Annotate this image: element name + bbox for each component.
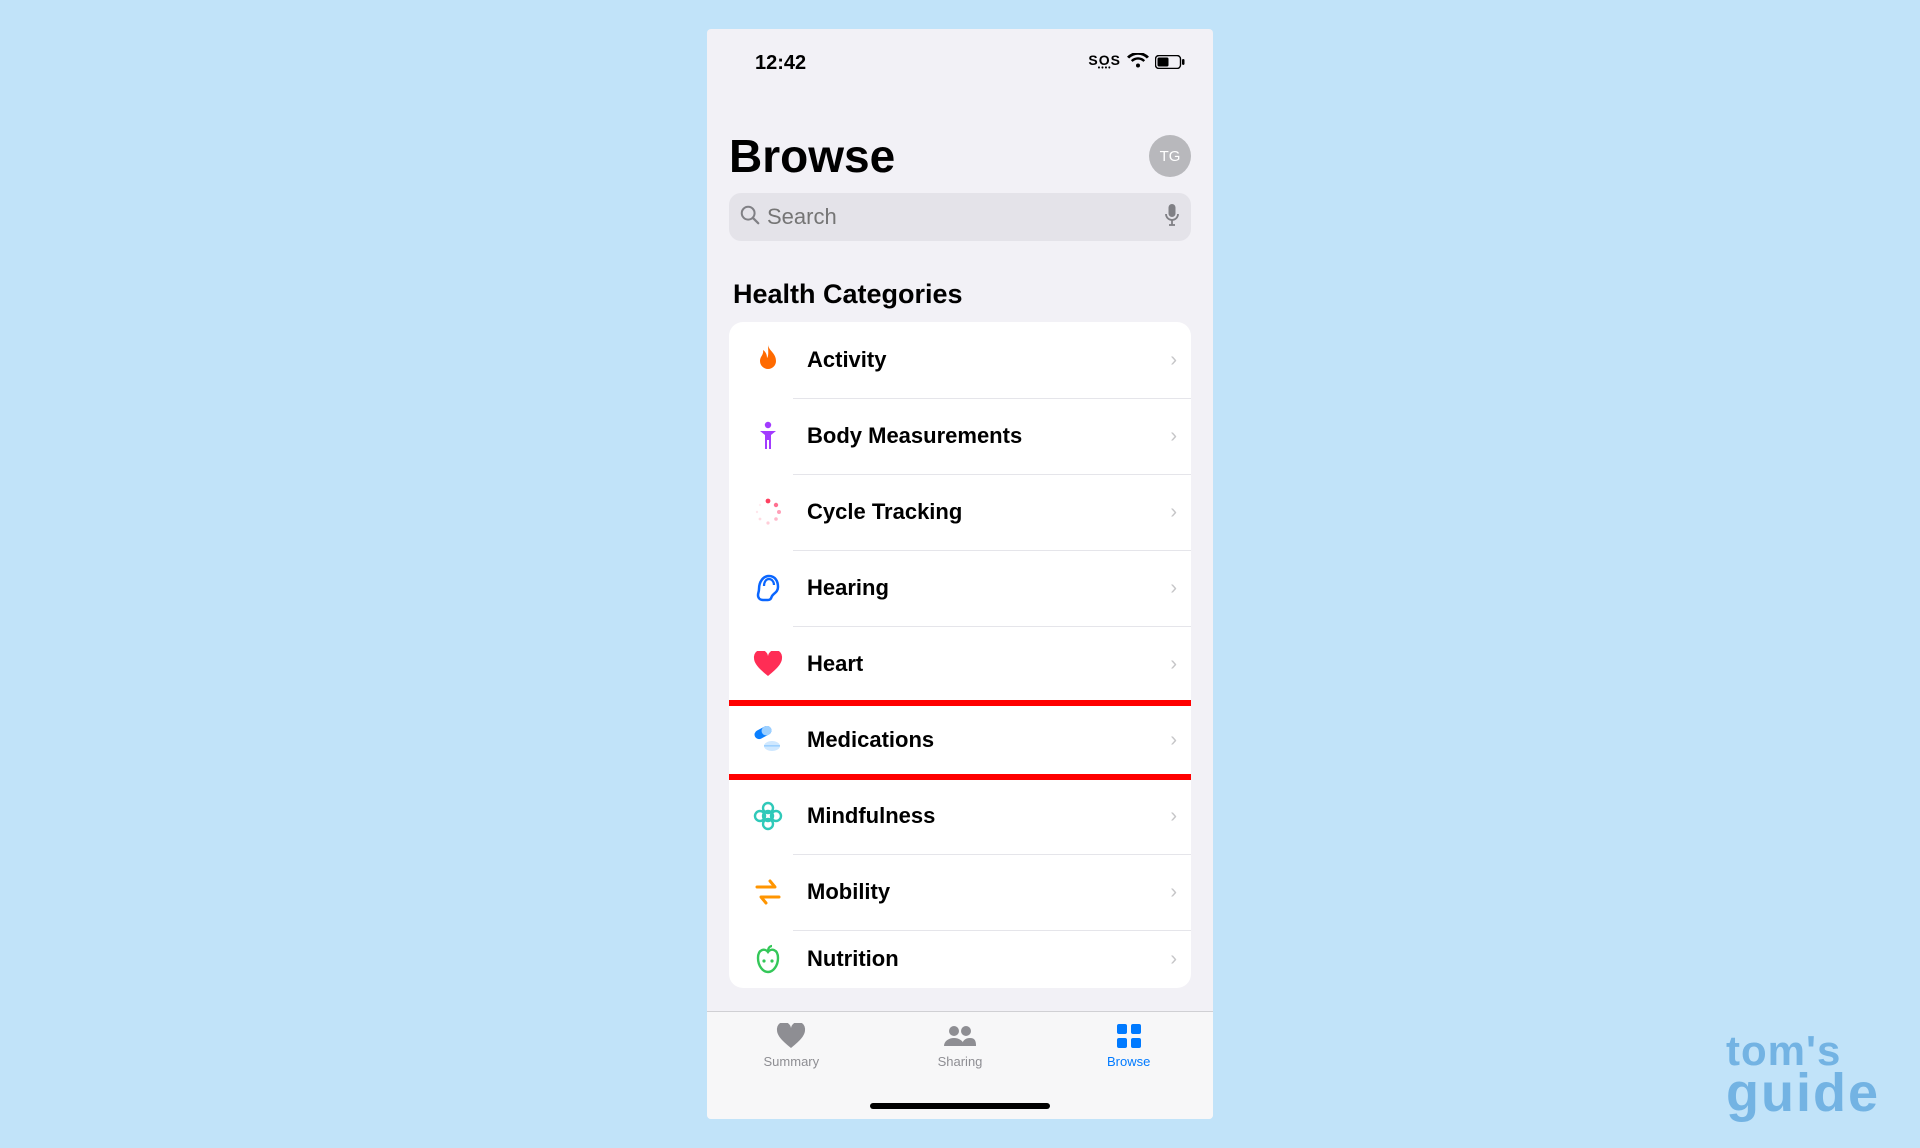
- tab-label: Summary: [764, 1054, 820, 1069]
- category-label: Activity: [791, 347, 1170, 373]
- search-icon: [739, 204, 761, 231]
- heart-fill-icon: [776, 1020, 806, 1052]
- category-label: Heart: [791, 651, 1170, 677]
- status-bar: 12:42 SOS ••••: [707, 29, 1213, 85]
- apple-icon: [745, 944, 791, 974]
- category-row-hearing[interactable]: Hearing ›: [729, 550, 1191, 626]
- chevron-right-icon: ›: [1170, 501, 1177, 524]
- category-label: Nutrition: [791, 946, 1170, 972]
- battery-icon: [1155, 52, 1185, 75]
- pills-icon: [745, 726, 791, 754]
- category-label: Body Measurements: [791, 423, 1170, 449]
- chevron-right-icon: ›: [1170, 805, 1177, 828]
- category-row-activity[interactable]: Activity ›: [729, 322, 1191, 398]
- search-container: [707, 193, 1213, 241]
- status-right: SOS ••••: [1088, 52, 1185, 75]
- tab-browse[interactable]: Browse: [1044, 1020, 1213, 1119]
- mindfulness-icon: [745, 801, 791, 831]
- page-header: Browse TG: [707, 85, 1213, 193]
- phone-screen: 12:42 SOS •••• Browse TG: [707, 29, 1213, 1119]
- heart-icon: [745, 651, 791, 677]
- category-label: Mindfulness: [791, 803, 1170, 829]
- category-row-mobility[interactable]: Mobility ›: [729, 854, 1191, 930]
- tab-summary[interactable]: Summary: [707, 1020, 876, 1119]
- category-row-cycle-tracking[interactable]: Cycle Tracking ›: [729, 474, 1191, 550]
- chevron-right-icon: ›: [1170, 729, 1177, 752]
- ear-icon: [745, 572, 791, 604]
- people-icon: [942, 1020, 978, 1052]
- flame-icon: [745, 345, 791, 375]
- mobility-icon: [745, 879, 791, 905]
- chevron-right-icon: ›: [1170, 881, 1177, 904]
- profile-avatar[interactable]: TG: [1149, 135, 1191, 177]
- chevron-right-icon: ›: [1170, 577, 1177, 600]
- health-categories-list: Activity › Body Measurements ›: [729, 322, 1191, 988]
- cycle-icon: [745, 497, 791, 527]
- status-time: 12:42: [755, 52, 806, 75]
- category-label: Mobility: [791, 879, 1170, 905]
- page-title: Browse: [729, 129, 895, 183]
- category-label: Cycle Tracking: [791, 499, 1170, 525]
- category-label: Medications: [791, 727, 1170, 753]
- category-row-heart[interactable]: Heart ›: [729, 626, 1191, 702]
- wifi-icon: [1127, 52, 1149, 75]
- chevron-right-icon: ›: [1170, 425, 1177, 448]
- watermark-logo: tom's guide: [1726, 1032, 1880, 1118]
- chevron-right-icon: ›: [1170, 948, 1177, 971]
- category-row-body-measurements[interactable]: Body Measurements ›: [729, 398, 1191, 474]
- tab-bar: Summary Sharing Browse: [707, 1011, 1213, 1119]
- mic-icon[interactable]: [1163, 203, 1181, 232]
- section-title: Health Categories: [707, 241, 1213, 322]
- tab-label: Browse: [1107, 1054, 1150, 1069]
- chevron-right-icon: ›: [1170, 653, 1177, 676]
- home-indicator[interactable]: [870, 1103, 1050, 1109]
- sos-indicator: SOS ••••: [1088, 54, 1121, 72]
- search-input[interactable]: [767, 204, 1157, 230]
- category-row-medications[interactable]: Medications ›: [729, 702, 1191, 778]
- grid-icon: [1116, 1020, 1142, 1052]
- body-icon: [745, 421, 791, 451]
- category-row-mindfulness[interactable]: Mindfulness ›: [729, 778, 1191, 854]
- tab-label: Sharing: [938, 1054, 983, 1069]
- chevron-right-icon: ›: [1170, 349, 1177, 372]
- category-row-nutrition[interactable]: Nutrition ›: [729, 930, 1191, 988]
- category-label: Hearing: [791, 575, 1170, 601]
- search-field[interactable]: [729, 193, 1191, 241]
